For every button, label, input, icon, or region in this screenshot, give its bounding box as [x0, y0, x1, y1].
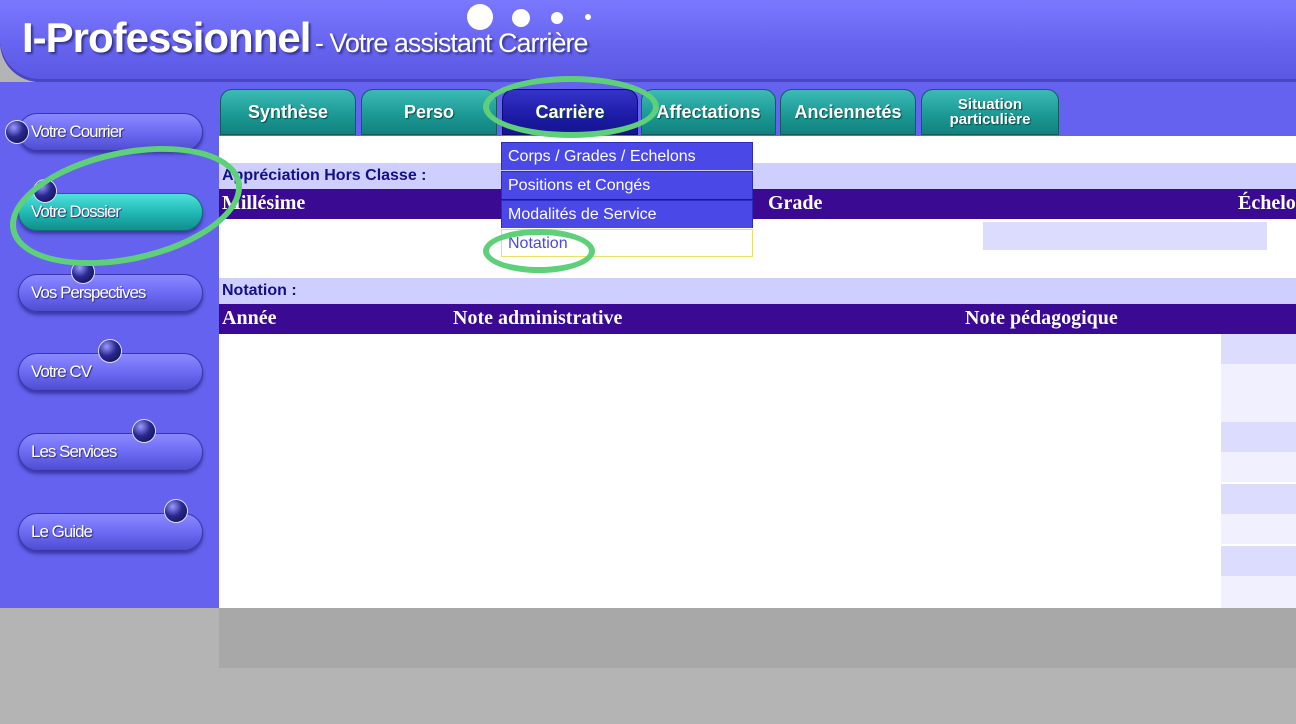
sidebar-item-courrier[interactable]: Votre Courrier: [18, 113, 203, 151]
sphere-icon: [72, 261, 94, 283]
sidebar-item-label: Les Services: [31, 442, 117, 461]
column-echelon: Échelo: [1238, 192, 1296, 214]
table-row: [1221, 422, 1296, 452]
sidebar-item-label: Vos Perspectives: [31, 283, 146, 302]
decor-dot-icon: [585, 14, 591, 20]
table-row: [1221, 576, 1296, 608]
app-header: I-Professionnel - Votre assistant Carriè…: [0, 0, 1296, 82]
tab-anciennetes[interactable]: Anciennetés: [780, 89, 916, 135]
tab-label: Synthèse: [247, 101, 329, 122]
content-footer-area: [219, 608, 1296, 668]
sidebar-item-label: Votre CV: [31, 362, 92, 381]
section-label-notation: Notation :: [219, 278, 1296, 304]
table-row: [1221, 452, 1296, 482]
column-annee: Année: [222, 307, 277, 329]
sidebar-item-label: Votre Courrier: [31, 122, 124, 141]
column-grade: Grade: [768, 192, 823, 214]
menu-item-corps-grades-echelons[interactable]: Corps / Grades / Echelons: [501, 142, 753, 170]
sphere-icon: [165, 500, 187, 522]
tab-affectations[interactable]: Affectations: [641, 89, 776, 135]
brand-subtitle: - Votre assistant Carrière: [314, 28, 589, 58]
table-row: [1221, 514, 1296, 544]
decor-dot-icon: [467, 4, 493, 30]
table-row: [983, 222, 1267, 250]
tab-synthese[interactable]: Synthèse: [220, 89, 356, 135]
sphere-icon: [6, 121, 28, 143]
section-label-appreciation: Appréciation Hors Classe :: [219, 163, 1296, 189]
tab-label-line1: Situation: [957, 96, 1023, 113]
menu-item-positions-conges[interactable]: Positions et Congés: [501, 171, 753, 199]
menu-item-modalites-service[interactable]: Modalités de Service: [501, 200, 753, 228]
app-title: I-Professionnel - Votre assistant Carriè…: [22, 14, 589, 62]
sidebar-item-label: Votre Dossier: [31, 202, 121, 221]
table-row: [1221, 334, 1296, 364]
table-head-appreciation: Millésime Grade Échelo: [219, 189, 1296, 219]
table-head-notation: Année Note administrative Note pédagogiq…: [219, 304, 1296, 334]
column-note-administrative: Note administrative: [453, 307, 623, 329]
decor-dot-icon: [551, 12, 563, 24]
brand-name: I-Professionnel: [22, 14, 311, 61]
tab-label-line2: particulière: [949, 111, 1031, 128]
sidebar-item-perspectives[interactable]: Vos Perspectives: [18, 274, 203, 312]
table-row: [1221, 484, 1296, 514]
sphere-icon: [34, 180, 56, 202]
sphere-icon: [133, 420, 155, 442]
menu-item-notation[interactable]: Notation: [501, 229, 753, 257]
tab-perso[interactable]: Perso: [361, 89, 497, 135]
sphere-icon: [99, 340, 121, 362]
decor-dot-icon: [512, 9, 530, 27]
table-row: [1221, 364, 1296, 422]
column-millesime: Millésime: [222, 192, 306, 214]
tab-carriere[interactable]: Carrière: [502, 89, 638, 135]
tab-label: Carrière: [535, 101, 605, 122]
tab-label: Perso: [403, 101, 455, 122]
tab-label: Anciennetés: [794, 101, 902, 122]
table-row: [1221, 546, 1296, 576]
column-note-pedagogique: Note pédagogique: [965, 307, 1118, 329]
sidebar-item-label: Le Guide: [31, 522, 93, 541]
sidebar-item-services[interactable]: Les Services: [18, 433, 203, 471]
section-label-text: Appréciation Hors Classe :: [222, 167, 427, 184]
tab-label: Affectations: [656, 101, 761, 122]
section-label-text: Notation :: [222, 282, 297, 299]
tab-situation-particuliere[interactable]: Situation particulière: [921, 89, 1059, 135]
carriere-dropdown-menu: Corps / Grades / Echelons Positions et C…: [501, 142, 753, 258]
